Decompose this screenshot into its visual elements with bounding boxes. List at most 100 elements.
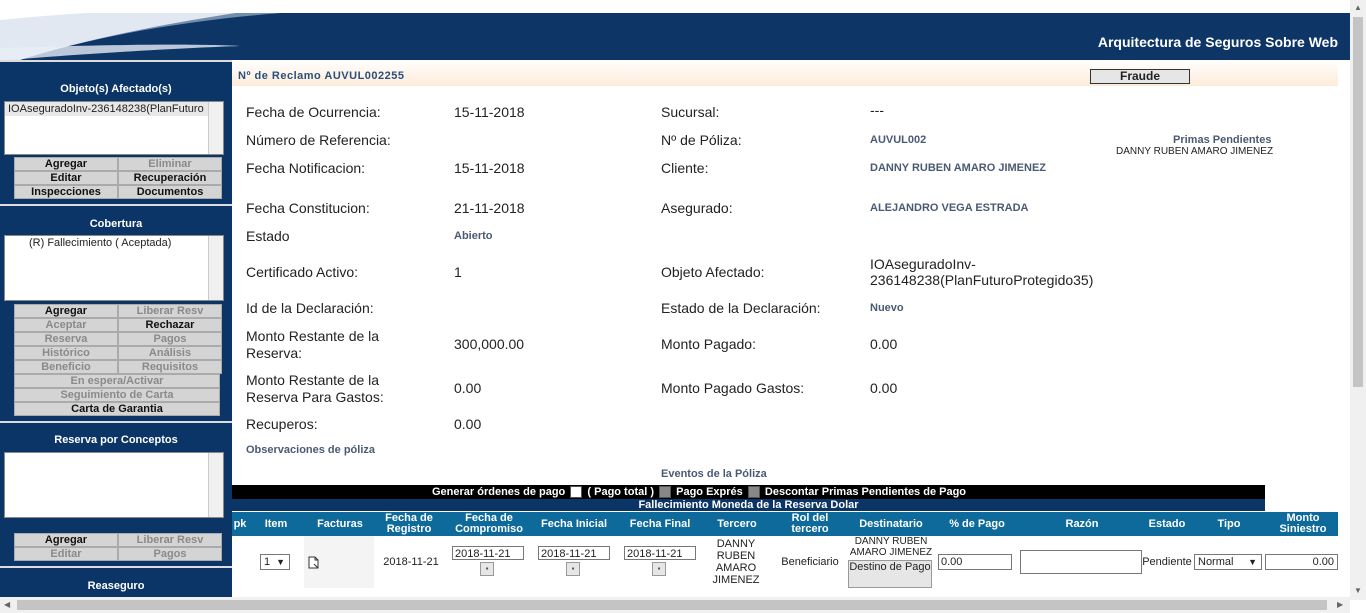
third-party: DANNY RUBEN AMARO JIMENEZ xyxy=(712,538,760,586)
inspections-button[interactable]: Inspecciones xyxy=(14,185,118,199)
col-header: Destinatario xyxy=(859,517,923,530)
accept-button[interactable]: Aceptar xyxy=(14,318,118,332)
app-header: Arquitectura de Seguros Sobre Web xyxy=(0,0,1350,60)
recovery-button[interactable]: Recuperación xyxy=(118,171,222,185)
edit-concept-button[interactable]: Editar xyxy=(14,547,118,561)
objects-list[interactable]: IOAseguradoInv-236148238(PlanFuturo xyxy=(4,101,224,155)
scrollbar[interactable] xyxy=(208,102,223,154)
constitution-date: 21-11-2018 xyxy=(454,200,525,216)
payments-button[interactable]: Pagos xyxy=(118,332,222,346)
scroll-up-icon[interactable]: ▲ xyxy=(1354,3,1362,12)
claim-detail-panel: Nº de Reclamo AUVUL002255 Fraude Fecha d… xyxy=(232,60,1338,600)
total-payment-checkbox[interactable] xyxy=(570,486,583,499)
reason-textarea[interactable] xyxy=(1020,550,1142,574)
invoice-document-icon[interactable] xyxy=(308,556,320,569)
scrollbar[interactable] xyxy=(208,236,223,300)
scroll-thumb[interactable] xyxy=(17,600,1327,610)
occurrence-date-label: Fecha de Ocurrencia: xyxy=(246,104,381,120)
fraud-button[interactable]: Fraude xyxy=(1090,69,1190,84)
delete-object-button[interactable]: Eliminar xyxy=(118,157,222,171)
vertical-scrollbar[interactable]: ▲ ▼ xyxy=(1350,0,1366,600)
remaining-reserve: 300,000.00 xyxy=(454,336,525,352)
release-reserve-button[interactable]: Liberar Resv xyxy=(118,304,222,318)
total-payment-label: ( Pago total ) xyxy=(587,486,654,498)
coverage-list[interactable]: (R) Fallecimiento ( Aceptada) xyxy=(4,235,224,301)
third-party-role: Beneficiario xyxy=(781,556,839,568)
col-header: Tipo xyxy=(1217,517,1241,530)
left-panel: Objeto(s) Afectado(s) IOAseguradoInv-236… xyxy=(0,60,232,600)
start-date-input[interactable]: 2018-11-21 xyxy=(538,546,610,560)
payment-status: Pendiente xyxy=(1142,556,1192,568)
payment-destination-button[interactable]: Destino de Pago xyxy=(848,560,932,588)
recipient: DANNY RUBEN AMARO JIMENEZ xyxy=(849,536,933,558)
remaining-expense-reserve-label: Monto Restante de la Reserva Para Gastos… xyxy=(246,372,384,406)
col-header: pk xyxy=(233,517,247,530)
constitution-date-label: Fecha Constitucion: xyxy=(246,200,370,216)
reserve-concepts-list[interactable] xyxy=(4,452,224,518)
concept-payments-button[interactable]: Pagos xyxy=(118,547,222,561)
history-button[interactable]: Histórico xyxy=(14,346,118,360)
reserve-button[interactable]: Reserva xyxy=(14,332,118,346)
letter-tracking-button[interactable]: Seguimiento de Carta xyxy=(14,388,220,402)
scroll-thumb[interactable] xyxy=(1353,17,1363,387)
divider xyxy=(0,60,232,62)
calendar-icon[interactable]: ▪ xyxy=(566,562,580,576)
list-item[interactable]: IOAseguradoInv-236148238(PlanFuturo xyxy=(5,102,223,116)
scrollbar[interactable] xyxy=(208,453,223,517)
calendar-icon[interactable]: ▪ xyxy=(652,562,666,576)
pending-premiums-name: DANNY RUBEN AMARO JIMENEZ xyxy=(1116,146,1274,157)
horizontal-scrollbar[interactable]: ◀ ▶ xyxy=(0,597,1350,613)
end-date-input[interactable]: 2018-11-21 xyxy=(624,546,696,560)
add-object-button[interactable]: Agregar xyxy=(14,157,118,171)
express-payment-label: Pago Exprés xyxy=(676,486,743,498)
on-hold-button[interactable]: En espera/Activar xyxy=(14,374,220,388)
guarantee-letter-button[interactable]: Carta de Garantia xyxy=(14,402,220,416)
scroll-right-icon[interactable]: ▶ xyxy=(1337,600,1343,609)
payment-type-select[interactable]: Normal ▼ xyxy=(1194,554,1262,570)
requirements-button[interactable]: Requisitos xyxy=(118,360,222,374)
notification-date: 15-11-2018 xyxy=(454,160,525,176)
scroll-down-icon[interactable]: ▼ xyxy=(1354,586,1362,595)
col-header: Razón xyxy=(1065,517,1099,530)
list-item[interactable]: (R) Fallecimiento ( Aceptada) xyxy=(5,236,223,250)
benefit-button[interactable]: Beneficio xyxy=(14,360,118,374)
table-row: 1 ▼ 2018-11-21 2018-11-21 ▪ 2018-11-21 ▪… xyxy=(232,536,1338,598)
branch: --- xyxy=(870,102,884,118)
policy-number: AUVUL002 xyxy=(870,134,927,146)
calendar-icon[interactable]: ▪ xyxy=(480,562,494,576)
client: DANNY RUBEN AMARO JIMENEZ xyxy=(870,162,1047,174)
edit-object-button[interactable]: Editar xyxy=(14,171,118,185)
commitment-date-input[interactable]: 2018-11-21 xyxy=(452,546,524,560)
policy-observations-link[interactable]: Observaciones de póliza xyxy=(246,444,375,456)
col-header: Estado xyxy=(1148,517,1186,530)
reserve-currency-title: Fallecimiento Moneda de la Reserva Dolar xyxy=(232,499,1265,511)
affected-object: IOAseguradoInv- 236148238(PlanFuturoProt… xyxy=(870,256,1093,288)
release-concept-reserve-button[interactable]: Liberar Resv xyxy=(118,533,222,547)
registration-date: 2018-11-21 xyxy=(383,556,439,568)
label-line: Reserva: xyxy=(246,345,303,361)
item-select[interactable]: 1 ▼ xyxy=(260,554,290,570)
branch-label: Sucursal: xyxy=(661,104,720,120)
declaration-status: Nuevo xyxy=(870,302,904,314)
col-header: Fecha Final xyxy=(629,517,691,530)
label-line: Reserva Para Gastos: xyxy=(246,389,384,405)
discount-premiums-label: Descontar Primas Pendientes de Pago xyxy=(764,486,967,498)
col-header: Fecha de Registro xyxy=(385,512,433,535)
policy-events-link[interactable]: Eventos de la Póliza xyxy=(661,468,767,480)
label-line: Monto Restante de la xyxy=(246,328,380,344)
add-coverage-button[interactable]: Agregar xyxy=(14,304,118,318)
documents-button[interactable]: Documentos xyxy=(118,185,222,199)
scroll-left-icon[interactable]: ◀ xyxy=(4,600,10,609)
claim-amount-input[interactable]: 0.00 xyxy=(1265,554,1338,570)
chevron-down-icon: ▼ xyxy=(276,557,285,567)
discount-premiums-checkbox[interactable] xyxy=(747,486,760,499)
divider xyxy=(0,204,232,206)
add-concept-button[interactable]: Agregar xyxy=(14,533,118,547)
analysis-button[interactable]: Análisis xyxy=(118,346,222,360)
express-payment-checkbox[interactable] xyxy=(659,486,672,499)
client-label: Cliente: xyxy=(661,160,709,176)
pending-premiums-link[interactable]: Primas Pendientes xyxy=(1173,134,1271,146)
col-header: % de Pago xyxy=(949,517,1005,530)
payment-percent-input[interactable]: 0.00 xyxy=(938,554,1012,570)
reject-button[interactable]: Rechazar xyxy=(118,318,222,332)
